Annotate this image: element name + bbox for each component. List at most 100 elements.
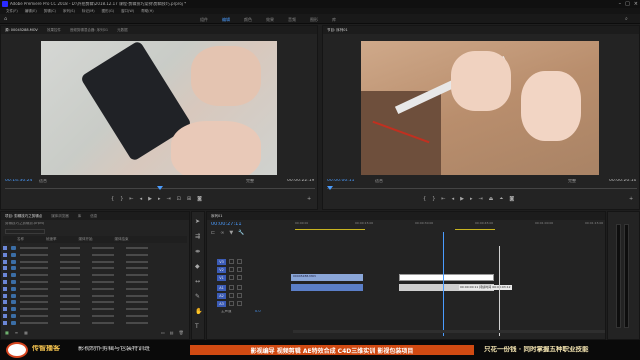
tab-libraries[interactable]: 库 [78,214,82,219]
add-button-icon[interactable]: + [307,196,311,202]
menu-sequence[interactable]: 序列(S) [63,9,75,14]
list-item[interactable] [3,265,187,271]
delete-icon[interactable]: 🗑 [179,330,184,335]
label-color-swatch[interactable] [3,252,7,257]
home-icon[interactable]: ⌂ [4,16,7,22]
ripple-edit-tool-icon[interactable]: ⇼ [195,248,202,255]
pen-tool-icon[interactable]: ✎ [195,293,202,300]
mute-icon[interactable] [229,301,234,306]
list-item[interactable] [3,313,187,319]
menu-window[interactable]: 窗口(W) [121,9,134,14]
workspace-graphics[interactable]: 图形 [310,17,318,23]
list-item[interactable] [3,293,187,299]
timeline-scrollbar[interactable] [293,330,605,333]
tab-audio-mixer[interactable]: 音频剪辑混合器: 序列01 [70,28,108,33]
list-item[interactable] [3,320,187,326]
program-playhead[interactable] [327,186,333,190]
source-resolution-dropdown[interactable]: 完整 [246,179,254,183]
tab-program[interactable]: 节目: 序列01 [327,28,348,33]
timeline-playhead[interactable] [443,232,444,336]
label-color-swatch[interactable] [3,293,7,298]
tab-info[interactable]: 信息 [90,214,97,219]
label-color-swatch[interactable] [3,314,7,318]
selection-tool-icon[interactable]: ➤ [195,218,202,225]
export-frame-icon[interactable]: ◙ [509,196,514,202]
lock-icon[interactable]: ■ [5,330,9,335]
close-icon[interactable]: × [634,1,638,7]
go-to-in-icon[interactable]: ⇤ [129,196,133,202]
list-item[interactable] [3,259,187,265]
add-marker-icon[interactable]: ▼ [229,230,233,236]
mark-in-icon[interactable]: { [423,196,426,202]
col-media-end[interactable]: 媒体结束 [115,237,129,242]
go-to-out-icon[interactable]: ⇥ [166,196,170,202]
list-item[interactable] [3,252,187,258]
track-label[interactable]: V1 [217,274,226,281]
menu-marker[interactable]: 标记(M) [82,9,95,14]
col-name[interactable]: 名称 [17,237,24,242]
export-frame-icon[interactable]: ◙ [197,196,202,202]
razor-tool-icon[interactable]: ◆ [195,263,202,270]
label-color-swatch[interactable] [3,280,7,284]
video-clip-selected[interactable] [399,274,494,281]
menu-graphics[interactable]: 图形(G) [102,9,114,14]
label-color-swatch[interactable] [3,307,7,312]
solo-icon[interactable] [237,293,242,298]
solo-icon[interactable] [237,285,242,290]
video-clip[interactable]: 00045288.MOV [291,274,363,281]
step-forward-icon[interactable]: ▸ [470,196,473,202]
list-item[interactable] [3,279,187,285]
col-frame-rate[interactable]: 帧速率 [46,237,57,242]
menu-file[interactable]: 文件(F) [6,9,18,14]
program-video-frame[interactable] [361,41,599,175]
new-bin-icon[interactable]: ▭ [161,330,165,335]
label-color-swatch[interactable] [3,259,7,264]
menu-clip[interactable]: 剪辑(C) [44,9,56,14]
label-color-swatch[interactable] [3,286,7,291]
tab-project[interactable]: 项目: 剪辑技巧之剪辑点 [5,214,42,219]
solo-icon[interactable] [237,301,242,306]
lock-track-icon[interactable] [229,275,234,280]
label-color-swatch[interactable] [3,246,7,250]
new-item-icon[interactable]: ▤ [170,330,174,335]
step-back-icon[interactable]: ◂ [140,196,143,202]
timeline-ruler[interactable]: 00:00:00 00:00:15:00 00:00:30:00 00:00:4… [295,222,603,234]
tab-sequence[interactable]: 序列01 [211,214,222,219]
mute-icon[interactable] [229,293,234,298]
list-item[interactable] [3,286,187,292]
lift-icon[interactable]: ⏏ [489,196,494,202]
label-color-swatch[interactable] [3,300,7,305]
audio-clip[interactable] [291,284,363,291]
lock-track-icon[interactable] [229,267,234,272]
icon-view-icon[interactable]: ▦ [24,330,28,335]
tab-media-browser[interactable]: 媒体浏览器 [51,214,69,219]
tab-metadata[interactable]: 元数据 [117,28,128,33]
eye-icon[interactable] [237,275,242,280]
insert-icon[interactable]: ⊡ [177,196,181,202]
source-playhead[interactable] [157,186,163,190]
track-label[interactable]: V3 [217,258,226,265]
menu-help[interactable]: 帮助(H) [141,9,153,14]
program-time-ruler[interactable] [327,188,637,191]
source-fit-dropdown[interactable]: 适合 [39,179,47,183]
tab-effect-controls[interactable]: 效果控件 [47,28,61,33]
workspace-color[interactable]: 颜色 [244,17,252,23]
source-timecode[interactable]: 00:14:30:24 [5,179,32,184]
master-volume-value[interactable]: 0.0 [255,310,261,314]
label-color-swatch[interactable] [3,266,7,271]
program-fit-dropdown[interactable]: 适合 [375,179,383,183]
step-back-icon[interactable]: ◂ [452,196,455,202]
workspace-libraries[interactable]: 库 [332,17,336,23]
overwrite-icon[interactable]: ⊞ [187,196,191,202]
minimize-icon[interactable]: – [619,1,622,7]
slip-tool-icon[interactable]: ↔ [195,278,202,285]
label-color-swatch[interactable] [3,273,7,278]
timeline-timecode[interactable]: 00:00:27:11 [211,222,242,227]
program-timecode[interactable]: 00:00:00:11 [327,179,354,184]
track-label[interactable]: V2 [217,266,226,273]
col-media-start[interactable]: 媒体开始 [79,237,93,242]
menu-edit[interactable]: 编辑(E) [25,9,37,14]
label-color-swatch[interactable] [3,320,7,325]
hand-tool-icon[interactable]: ✋ [195,308,202,315]
eye-icon[interactable] [237,259,242,264]
